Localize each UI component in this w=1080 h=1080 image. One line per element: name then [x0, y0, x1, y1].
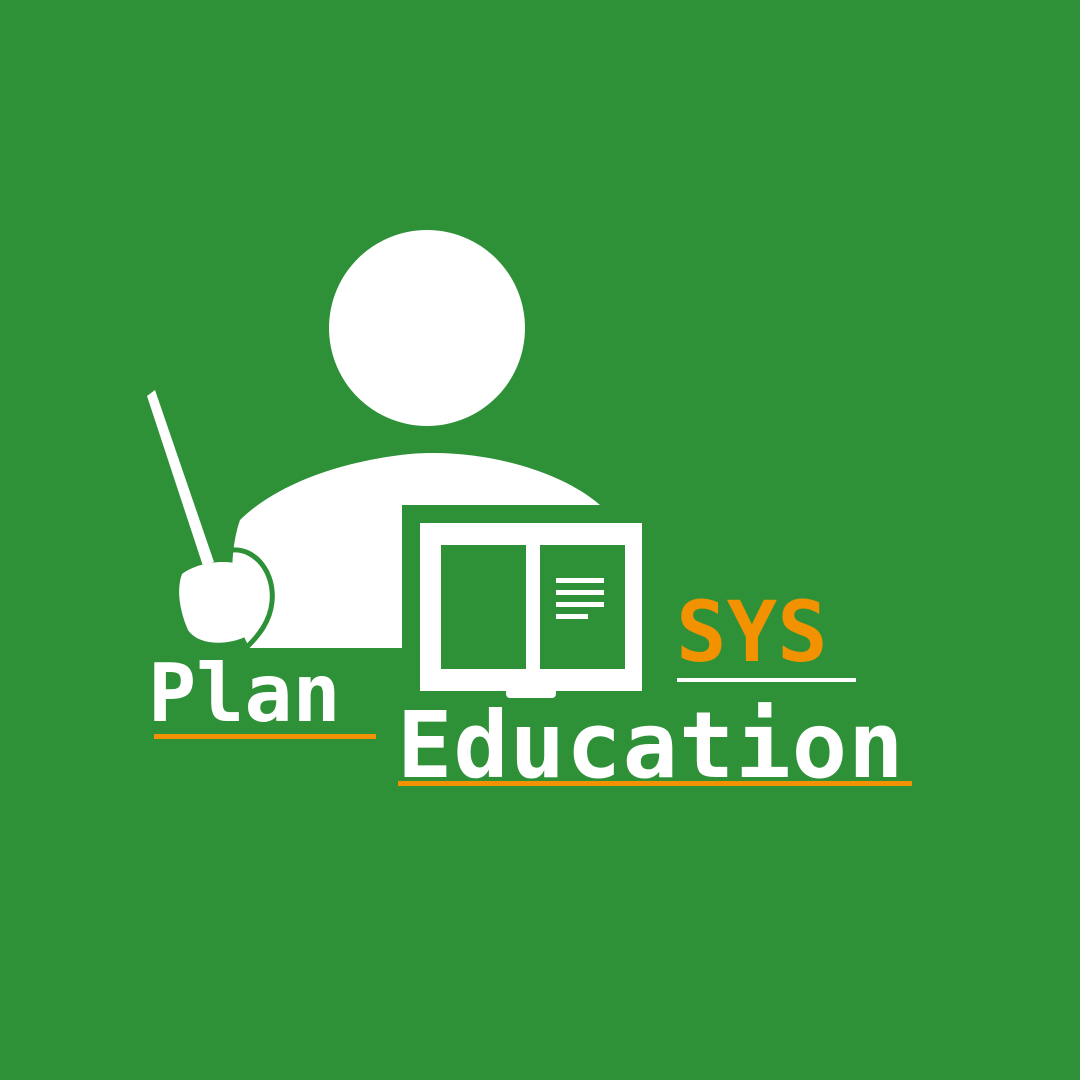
teacher-head-icon: [329, 230, 525, 426]
logo-word-education: Education: [397, 692, 905, 799]
education-underline: [398, 781, 912, 786]
logo-word-sys: SYS: [676, 583, 828, 681]
logo-word-plan: Plan: [148, 647, 341, 740]
pointer-stick-icon: [147, 390, 214, 566]
sys-underline: [677, 678, 856, 682]
plan-underline: [154, 734, 376, 739]
teacher-illustration: [147, 230, 642, 698]
open-book-icon: [420, 523, 642, 698]
